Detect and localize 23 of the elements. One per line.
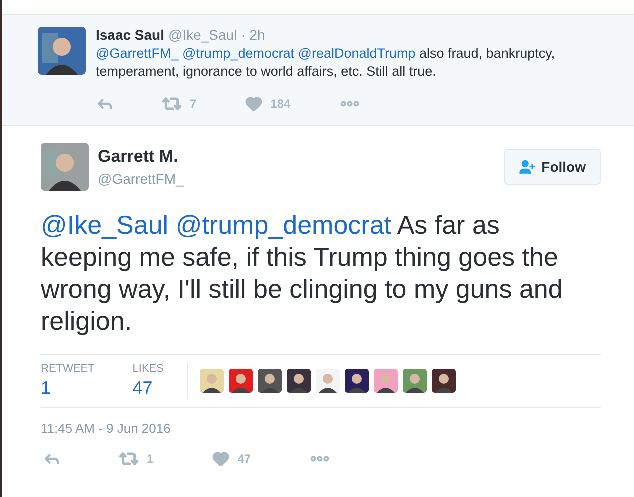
follow-button[interactable]: Follow [504,149,601,185]
stat-value[interactable]: 47 [132,378,164,399]
like-count: 47 [238,452,252,466]
mention-link[interactable]: @trump_democrat [176,210,392,240]
tweet-text: @GarrettFM_ @trump_democrat @realDonaldTrump also fraud, bankruptcy, temperament, ignorance to world affairs, etc. Still all true. [96,45,556,81]
author-name[interactable]: Garrett M. [98,147,504,167]
mention-link[interactable]: @Ike_Saul [41,210,169,240]
like-count: 184 [270,97,291,111]
stat-label: RETWEET [41,363,95,375]
tweet-text: @Ike_Saul @trump_democrat As far as keeping me safe, if this Trump thing goes the wrong way, I'll still be clinging to my guns and religion. [41,209,564,337]
tweet-timestamp: 11:45 AM - 9 Jun 2016 [41,421,172,436]
author-name[interactable]: Isaac Saul [96,27,164,43]
author-handle[interactable]: @GarrettFM_ [98,171,504,187]
mention-link[interactable]: @realDonaldTrump [298,46,416,61]
mention-link[interactable]: @GarrettFM_ [96,46,179,61]
author-handle[interactable]: @Ike_Saul [168,27,238,43]
stat-label: LIKES [132,363,164,375]
tweet-time[interactable]: · 2h [241,27,266,43]
retweet-count: 7 [190,97,197,111]
mention-link[interactable]: @trump_democrat [182,46,294,61]
retweet-count: 1 [147,452,154,466]
user-plus-icon [518,158,536,176]
stat-value[interactable]: 1 [41,378,95,399]
